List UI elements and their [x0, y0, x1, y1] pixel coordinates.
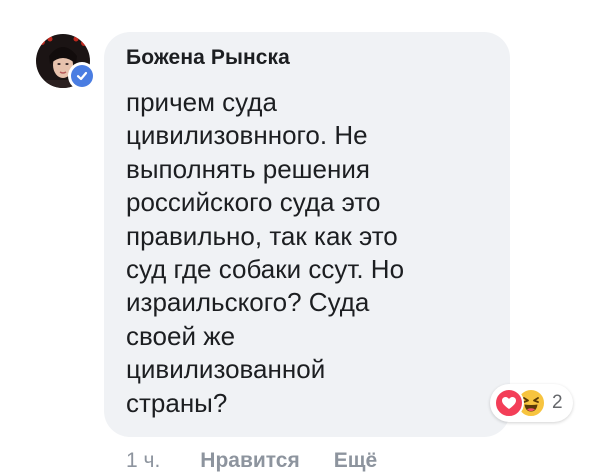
comment-timestamp[interactable]: 1 ч.: [126, 449, 160, 473]
comment-author[interactable]: Божена Рынска: [126, 46, 290, 70]
love-reaction-icon: [494, 388, 524, 418]
comment-screen: Божена Рынска причем суда цивилизовнного…: [0, 0, 600, 475]
comment-actions: 1 ч. Нравится Ещё: [126, 447, 377, 475]
like-button[interactable]: Нравится: [200, 449, 299, 473]
verified-badge: [68, 62, 96, 90]
reactions-summary[interactable]: 2: [490, 384, 573, 422]
reaction-count: 2: [552, 392, 563, 413]
more-button[interactable]: Ещё: [334, 449, 377, 473]
comment-text: причем суда цивилизовнного. Не выполнять…: [126, 87, 405, 418]
checkmark-icon: [76, 71, 88, 81]
